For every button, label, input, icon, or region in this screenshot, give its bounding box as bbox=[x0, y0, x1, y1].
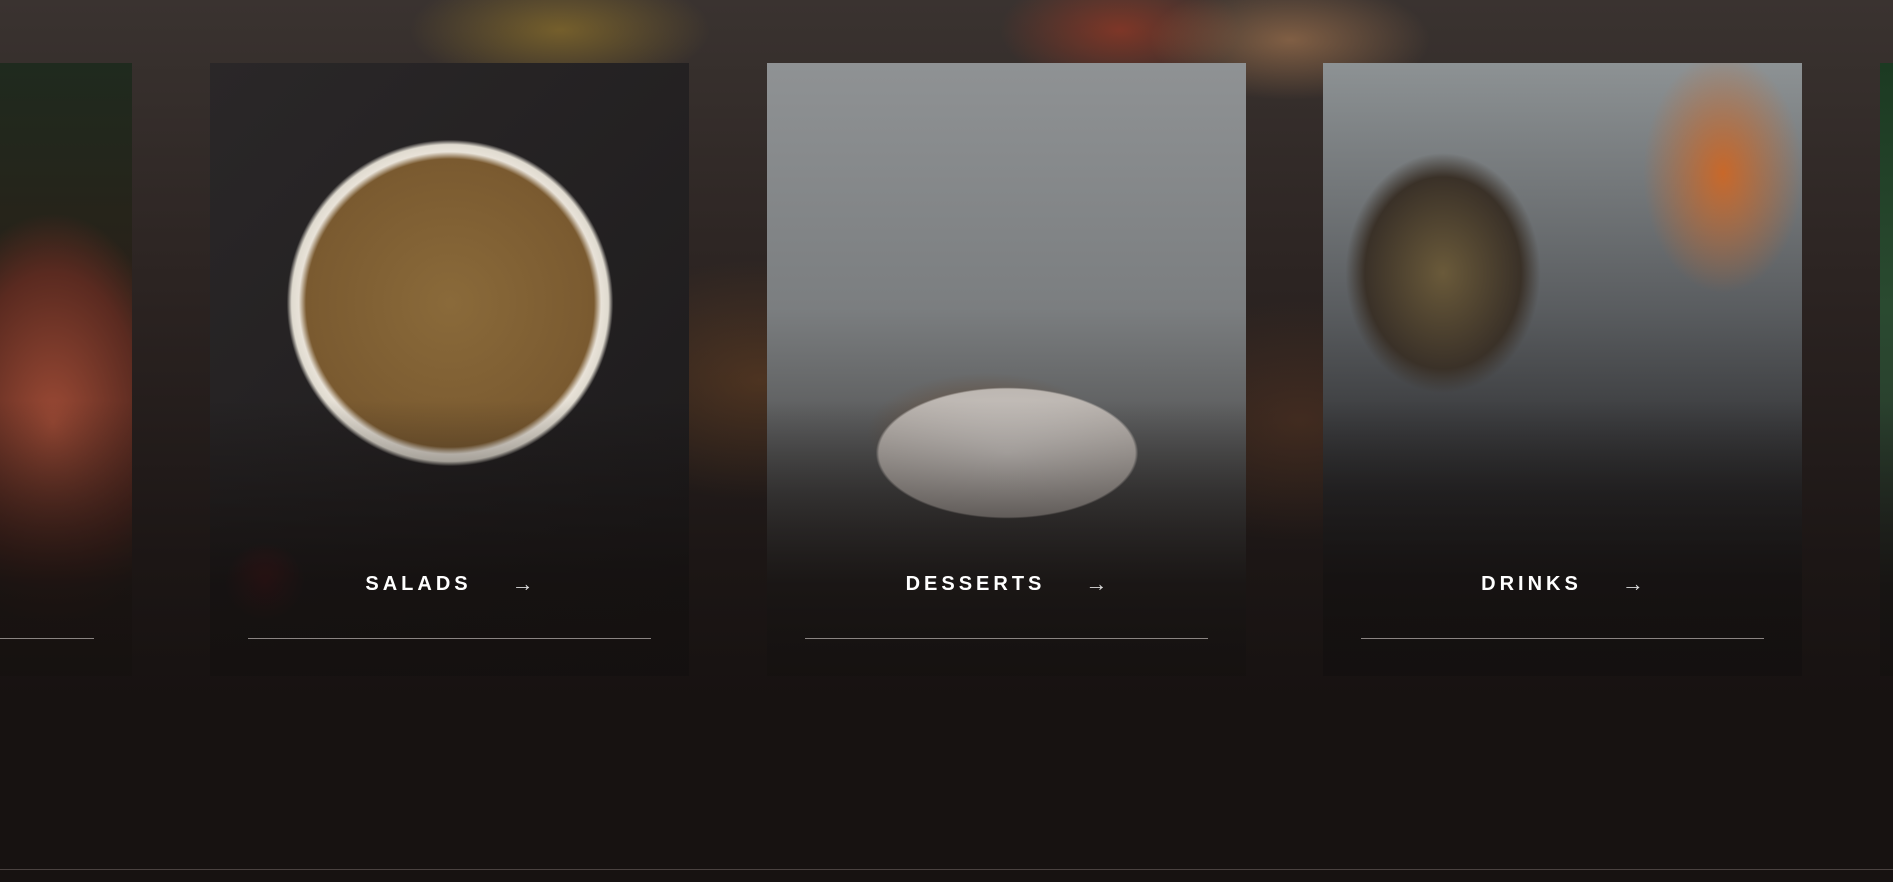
category-link[interactable]: DESSERTS → bbox=[767, 571, 1246, 597]
category-link[interactable]: SALADS → bbox=[210, 571, 689, 597]
divider bbox=[248, 638, 651, 639]
category-card-drinks[interactable]: DRINKS → bbox=[1323, 63, 1802, 676]
category-card-salads[interactable]: SALADS → bbox=[210, 63, 689, 676]
arrow-right-icon: → bbox=[511, 571, 534, 596]
category-link[interactable]: DRINKS → bbox=[1323, 571, 1802, 597]
divider bbox=[805, 638, 1208, 639]
category-card-partial-right[interactable] bbox=[1880, 63, 1893, 676]
arrow-right-icon: → bbox=[1085, 571, 1108, 596]
category-label: DESSERTS bbox=[905, 572, 1046, 595]
category-card-desserts[interactable]: DESSERTS → bbox=[767, 63, 1246, 676]
arrow-right-icon: → bbox=[1621, 571, 1644, 596]
divider bbox=[1361, 638, 1764, 639]
section-divider bbox=[0, 869, 1893, 870]
category-label: DRINKS bbox=[1481, 572, 1582, 595]
category-label: SALADS bbox=[365, 572, 472, 595]
divider bbox=[0, 638, 94, 639]
category-card-partial-left[interactable] bbox=[0, 63, 132, 676]
